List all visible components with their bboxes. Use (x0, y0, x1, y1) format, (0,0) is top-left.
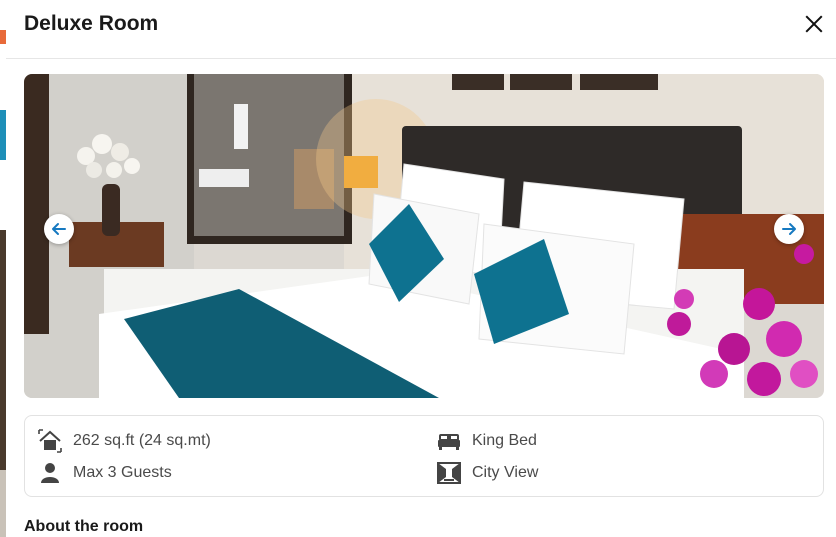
amenity-bed-label: King Bed (472, 432, 537, 449)
next-photo-button[interactable] (774, 214, 804, 244)
bed-icon (438, 434, 460, 450)
modal-header: Deluxe Room (6, 0, 836, 59)
close-icon[interactable] (802, 12, 826, 36)
person-icon (41, 463, 59, 483)
arrow-right-icon (782, 223, 796, 235)
amenity-view-label: City View (472, 464, 539, 481)
amenity-area: 262 sq.ft (24 sq.mt) (37, 428, 211, 454)
room-amenities: 262 sq.ft (24 sq.mt) King Bed Max 3 Gues… (24, 415, 824, 497)
room-photo-gallery (24, 74, 824, 398)
amenity-guests: Max 3 Guests (37, 460, 172, 486)
modal-title: Deluxe Room (24, 12, 159, 35)
about-room-heading: About the room (24, 518, 144, 535)
amenity-view: City View (436, 460, 538, 486)
amenity-area-label: 262 sq.ft (24 sq.mt) (73, 432, 211, 449)
view-icon (437, 462, 461, 484)
amenity-bed: King Bed (436, 428, 537, 454)
area-icon (38, 429, 62, 453)
previous-photo-button[interactable] (44, 214, 74, 244)
amenity-guests-label: Max 3 Guests (73, 464, 172, 481)
room-photo (24, 74, 824, 398)
room-details-modal: Deluxe Room 262 sq.ft (24 sq.mt) King Be… (6, 0, 836, 537)
arrow-left-icon (52, 223, 66, 235)
